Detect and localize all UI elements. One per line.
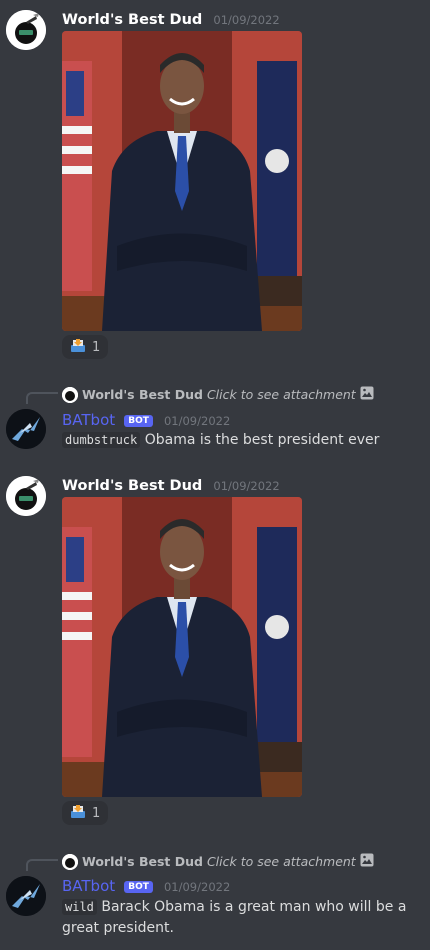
reply-connector [26, 859, 58, 871]
reaction-count: 1 [92, 339, 101, 355]
inbox-tray-icon [70, 803, 86, 823]
image-attachment[interactable] [62, 31, 302, 331]
image-icon [360, 852, 374, 871]
timestamp: 01/09/2022 [163, 880, 231, 894]
message-header: BATbot BOT 01/09/2022 [62, 876, 230, 895]
message-header: World's Best Dud 01/09/2022 [62, 475, 280, 494]
inline-code: wild [62, 899, 97, 915]
bot-badge: BOT [124, 881, 153, 893]
reply-text: Click to see attachment [206, 854, 356, 869]
reply-text: Click to see attachment [206, 387, 356, 402]
message-header: World's Best Dud 01/09/2022 [62, 9, 280, 28]
reply-author: World's Best Dud [82, 854, 203, 869]
message-text: Obama is the best president ever [144, 432, 380, 448]
timestamp: 01/09/2022 [213, 13, 280, 27]
reply-avatar [62, 386, 78, 403]
reaction-button[interactable]: 1 [62, 335, 109, 359]
avatar[interactable] [6, 10, 46, 50]
inline-code: dumbstruck [62, 432, 141, 448]
username[interactable]: BATbot [62, 877, 115, 895]
image-attachment[interactable] [62, 497, 302, 797]
reaction-count: 1 [92, 805, 101, 821]
reply-reference[interactable]: World's Best Dud Click to see attachment [62, 385, 374, 404]
avatar[interactable] [6, 476, 46, 516]
username[interactable]: World's Best Dud [62, 12, 202, 28]
avatar[interactable] [6, 876, 46, 916]
message-content: dumbstruck Obama is the best president e… [62, 430, 426, 451]
chat-log: World's Best Dud 01/09/2022 1 World's Be… [0, 0, 430, 950]
username[interactable]: World's Best Dud [62, 478, 202, 494]
inbox-tray-icon [70, 337, 86, 357]
bot-badge: BOT [124, 415, 153, 427]
message-content: wild Barack Obama is a great man who wil… [62, 897, 426, 939]
reply-reference[interactable]: World's Best Dud Click to see attachment [62, 852, 374, 871]
timestamp: 01/09/2022 [213, 479, 280, 493]
reply-connector [26, 392, 58, 404]
message-text: Barack Obama is a great man who will be … [62, 899, 407, 936]
username[interactable]: BATbot [62, 411, 115, 429]
reply-avatar [62, 853, 78, 870]
reply-author: World's Best Dud [82, 387, 203, 402]
avatar[interactable] [6, 409, 46, 449]
timestamp: 01/09/2022 [163, 414, 231, 428]
image-icon [360, 385, 374, 404]
message-header: BATbot BOT 01/09/2022 [62, 410, 230, 429]
reaction-button[interactable]: 1 [62, 801, 109, 825]
